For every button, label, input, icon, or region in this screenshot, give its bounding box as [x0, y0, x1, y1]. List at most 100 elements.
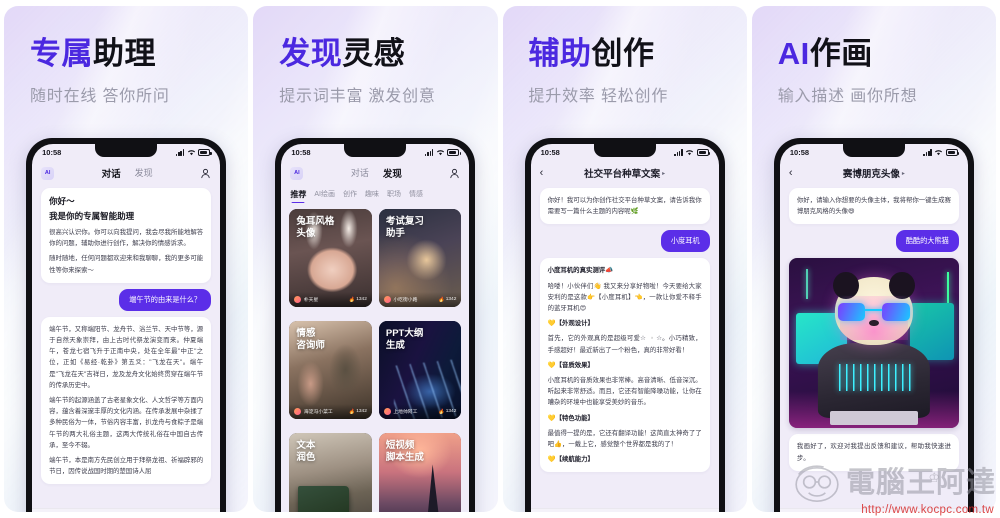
prompt-card[interactable]: 情感 咨询师 海淀冯小菜工 🔥 1342	[289, 321, 372, 419]
wifi-icon	[935, 150, 943, 156]
card-author: 上地帅阿工	[383, 408, 417, 415]
status-time: 10:58	[42, 148, 62, 157]
message-paragraph: 小度耳机的真实测评📣	[547, 267, 614, 275]
category-tab-2[interactable]: 创作	[343, 189, 357, 199]
battery-icon	[198, 149, 212, 156]
card-hot-count: 🔥 1342	[437, 296, 457, 303]
card-title: 文本 润色	[296, 440, 316, 463]
card-title: 情感 咨询师	[296, 328, 325, 351]
message-bubble-ai: 小度耳机的真实测评📣 哈喽！小伙伴们👋 我又来分享好物啦！今天要给大家安利的是这…	[539, 258, 710, 473]
chat-input-bar: 有问题尽管问我~	[32, 508, 221, 512]
back-chevron-icon[interactable]: ‹	[789, 167, 800, 179]
phone-notch	[593, 144, 656, 157]
chat-thread[interactable]: 你好！我可以为你创作社交平台种草文案，请告诉我你需要写一篇什么主题的内容呢🌿 小…	[531, 185, 719, 512]
phone-mockup-aidraw: 10:58 ‹ 赛博朋克头像 ▸ 你好，请输入你想要的头像主体，我将帮你一键生成…	[773, 138, 974, 512]
app-bar: AI 对话 发现	[32, 161, 220, 185]
signal-icon	[424, 149, 434, 156]
prompt-card[interactable]: PPT大纲 生成 上地帅阿工 🔥 1342	[378, 321, 462, 419]
avatar	[383, 296, 391, 303]
message-paragraph: 很高兴认识你。你可以向我提问，我会尽我所能地解答你的问题，辅助你进行创作，解决你…	[49, 229, 204, 248]
neon-line-icon	[805, 268, 808, 300]
profile-icon[interactable]	[449, 168, 460, 179]
message-paragraph: 首先，它的外观真的是超级可爱☆ ▫️☆。小巧精致，手感超好！最近新出了一个粉色，…	[547, 335, 702, 354]
prompt-card[interactable]: 短视频 脚本生成 专业工程师 🔥1342	[378, 433, 462, 512]
message-paragraph: 💛【外观设计】	[547, 320, 594, 328]
tab-chat[interactable]: 对话	[351, 166, 369, 180]
chat-thread[interactable]: 你好，请输入你想要的头像主体，我将帮你一键生成赛博朋克风格的头像😄 酷酷的大熊猫	[780, 185, 968, 512]
message-paragraph: 小度耳机的音质效果也非常棒。高音清晰、低音深沉。听起来非常舒适。而且，它还有智能…	[547, 377, 702, 407]
phone-mockup-assistant: 10:58 AI 对话 发现 你好～ 我是你的专属智能助理 很高兴认识你。你可以…	[26, 138, 227, 512]
phone-screen: 10:58 AI 对话 发现	[281, 144, 470, 512]
title-accent: 发现	[279, 36, 343, 71]
card-author: 朴天星	[294, 296, 318, 303]
prompt-card[interactable]: 文本 润色 我就是我 🔥1342	[289, 433, 372, 512]
signal-icon	[923, 149, 932, 156]
conversation-title: 社交平台种草文案 ▸	[584, 169, 666, 180]
message-bubble-ai: 你好，请输入你想要的头像主体，我将帮你一键生成赛博朋克风格的头像😄	[788, 188, 959, 225]
signal-icon	[175, 149, 185, 156]
card-title: PPT大纲 生成	[385, 328, 424, 351]
neon-glasses-left	[838, 302, 866, 322]
app-bar: AI 对话 发现	[281, 161, 469, 185]
category-tab-4[interactable]: 职场	[387, 189, 401, 199]
message-paragraph: 随时随地，任何问题都欢迎来和我聊聊，我的更多可能性等你来探索～	[49, 255, 204, 274]
chat-input-bar: 输入你想要的头像主体~	[779, 508, 968, 512]
message-paragraph: 我画好了，欢迎对我提出反馈和建议，帮助我快速进步。	[796, 443, 951, 462]
message-paragraph: 💛【特色功能】	[547, 414, 594, 422]
card-title: 兔耳风格 头像	[296, 216, 335, 239]
ai-logo-icon: AI	[290, 166, 304, 180]
panel-creation: 辅助创作 提升效率 轻松创作 10:58 ‹ 社交平台种草文案 ▸ 你好！我可以…	[502, 6, 747, 512]
flame-icon: 🔥	[348, 408, 355, 415]
title-accent: 辅助	[528, 36, 592, 71]
phone-screen: 10:58 ‹ 社交平台种草文案 ▸ 你好！我可以为你创作社交平台种草文案，请告…	[530, 144, 719, 512]
message-paragraph: 💛【音质效果】	[547, 361, 594, 369]
chat-input-bar: 输入你想要种草的单品~	[530, 508, 719, 512]
title-accent: AI	[777, 36, 810, 71]
page-subtitle: 提升效率 轻松创作	[528, 87, 669, 105]
card-hot-count: 🔥 1342	[437, 408, 457, 415]
phone-screen: 10:58 AI 对话 发现	[32, 144, 221, 512]
title-rest: 创作	[591, 36, 655, 71]
wifi-icon	[187, 150, 195, 156]
card-author: 小吃街小路	[383, 296, 417, 303]
title-rest: 灵感	[342, 36, 406, 71]
title-accent: 专属	[30, 36, 93, 71]
tab-chat[interactable]: 对话	[102, 166, 121, 180]
message-paragraph: 最值得一提的是，它还有翻译功能！这简直太神奇了了吧👍，一戴上它，感觉整个世界都是…	[547, 429, 702, 449]
page-subtitle: 提示词丰富 激发创意	[279, 87, 436, 105]
generated-avatar-image[interactable]	[788, 258, 959, 429]
page-subtitle: 输入描述 画你所想	[777, 87, 918, 105]
panel-aidraw: AI作画 输入描述 画你所想 10:58 ‹ 赛博朋克头像 ▸ 你好，请输入你想…	[751, 6, 996, 512]
flame-icon: 🔥	[437, 408, 445, 415]
message-bubble-ai: 我画好了，欢迎对我提出反馈和建议，帮助我快速进步。	[788, 434, 959, 471]
battery-icon	[945, 149, 960, 156]
chevron-right-icon[interactable]: ▸	[662, 170, 665, 177]
category-tab-5[interactable]: 情感	[409, 189, 423, 199]
category-tab-0[interactable]: 推荐	[290, 189, 306, 200]
category-tab-1[interactable]: AI绘画	[314, 189, 335, 199]
card-author: 海淀冯小菜工	[294, 408, 333, 415]
ai-logo-icon: AI	[41, 166, 55, 180]
prompt-card[interactable]: 兔耳风格 头像 朴天星 🔥 1342	[289, 209, 372, 307]
chat-thread[interactable]: 你好～ 我是你的专属智能助理 很高兴认识你。你可以向我提问，我会尽我所能地解答你…	[32, 185, 220, 512]
neon-glasses-right	[882, 302, 910, 322]
message-bubble-user: 小度耳机	[660, 230, 710, 253]
card-title: 考试复习 助手	[385, 216, 424, 239]
phone-notch	[842, 144, 905, 157]
card-hot-count: 🔥 1342	[348, 296, 367, 303]
phone-mockup-discover: 10:58 AI 对话 发现 推荐 AI绘画 创作 趣味 职场 情感 兔耳风格 …	[275, 138, 476, 512]
back-chevron-icon[interactable]: ‹	[540, 167, 551, 179]
page-title: AI作画	[777, 36, 996, 71]
wifi-icon	[686, 150, 694, 156]
panel-assistant: 专属助理 随时在线 答你所问 10:58 AI 对话 发现 你好～ 我是你的专属…	[4, 6, 249, 512]
prompt-card[interactable]: 考试复习 助手 小吃街小路 🔥 1342	[378, 209, 462, 307]
category-tabs[interactable]: 推荐 AI绘画 创作 趣味 职场 情感	[281, 185, 469, 203]
category-tab-3[interactable]: 趣味	[365, 189, 379, 199]
tab-discover[interactable]: 发现	[383, 166, 402, 180]
message-bubble-ai: 你好～ 我是你的专属智能助理 很高兴认识你。你可以向我提问，我会尽我所能地解答你…	[41, 188, 212, 283]
chevron-right-icon[interactable]: ▸	[902, 170, 905, 177]
tab-discover[interactable]: 发现	[135, 166, 153, 180]
profile-icon[interactable]	[200, 168, 211, 179]
phone-mockup-creation: 10:58 ‹ 社交平台种草文案 ▸ 你好！我可以为你创作社交平台种草文案，请告…	[524, 138, 725, 512]
prompt-card-grid[interactable]: 兔耳风格 头像 朴天星 🔥 1342 考试复习 助手 小吃街小路 🔥 1342 …	[281, 203, 469, 512]
